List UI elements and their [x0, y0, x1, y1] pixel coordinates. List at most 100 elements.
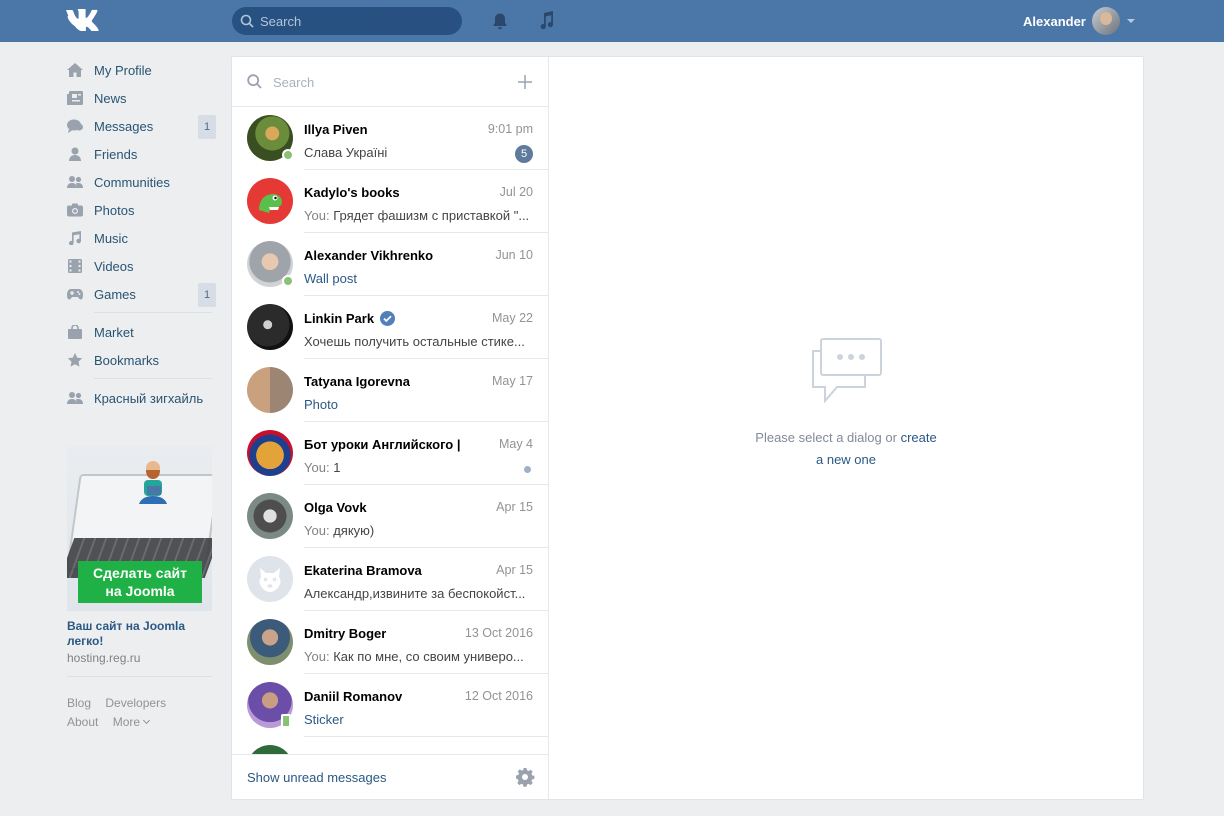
nav-label: Messages — [94, 119, 154, 134]
message-text: Хочешь получить остальные стике... — [304, 334, 525, 349]
you-prefix: You: — [304, 460, 330, 475]
top-search-placeholder: Search — [260, 14, 302, 29]
bell-icon[interactable] — [491, 12, 509, 30]
nav-item-games[interactable]: Games 1 — [67, 280, 216, 308]
dialog-search-bar[interactable]: Search — [232, 57, 548, 107]
create-link[interactable]: create — [901, 430, 937, 445]
ad-block[interactable]: Сделать сайт на Joomla Ваш сайт на Jooml… — [67, 446, 212, 677]
nav-item-friends[interactable]: Friends — [67, 140, 215, 168]
message-text: Как по мне, со своим универо... — [333, 649, 524, 664]
dialog-date: 13 Oct 2016 — [464, 626, 533, 640]
dialog-message: Слава Україні — [304, 145, 534, 160]
nav-label: Music — [94, 231, 128, 246]
dialog-item[interactable]: Kadylo's books Jul 20 You: Грядет фашизм… — [232, 170, 548, 233]
nav-label: Photos — [94, 203, 135, 218]
chevron-down-icon — [143, 716, 151, 725]
show-unread-link[interactable]: Show unread messages — [247, 770, 386, 785]
dialog-date: May 22 — [492, 311, 533, 325]
nav-item-photos[interactable]: Photos — [67, 196, 215, 224]
dialog-item[interactable]: Ekaterina Bramova Apr 15 Александр,извин… — [232, 548, 548, 611]
dialog-name: Dmitry Boger — [304, 626, 387, 641]
music-note-icon[interactable] — [537, 11, 555, 30]
user-avatar[interactable] — [1092, 7, 1120, 35]
communities-icon — [67, 176, 83, 188]
chevron-down-icon[interactable] — [1127, 19, 1135, 23]
unread-dot — [524, 466, 531, 473]
ad-title[interactable]: Ваш сайт на Joomla легко! — [67, 619, 212, 649]
unread-count-badge: 5 — [515, 145, 533, 163]
ad-banner-line1: Сделать сайт — [92, 565, 188, 581]
messages-count-badge: 1 — [198, 115, 216, 139]
dialog-item[interactable]: Daniil Romanov 12 Oct 2016 Sticker — [232, 674, 548, 737]
nav-label: Bookmarks — [94, 353, 160, 368]
create-link-line2[interactable]: a new one — [816, 452, 876, 467]
dialog-item[interactable]: Alexander Vikhrenko Jun 10 Wall post — [232, 233, 548, 296]
ad-banner-line2: на Joomla — [105, 583, 175, 599]
nav-item-messages[interactable]: Messages 1 — [67, 112, 216, 140]
dialog-item[interactable]: Linkin Park May 22 Хочешь получить остал… — [232, 296, 548, 359]
dialog-name-text: Linkin Park — [304, 311, 375, 326]
footer-link-about[interactable]: About — [67, 715, 98, 729]
dialog-date: May 17 — [492, 374, 533, 388]
top-search-input[interactable]: Search — [232, 7, 462, 35]
dialog-item[interactable]: Tatyana Igorevna May 17 Photo — [232, 359, 548, 422]
footer-link-developers[interactable]: Developers — [105, 696, 166, 710]
nav-item-communities[interactable]: Communities — [67, 168, 215, 196]
nav-item-my-profile[interactable]: My Profile — [67, 56, 215, 84]
dialog-message: You: дякую) — [304, 523, 534, 538]
user-name[interactable]: Alexander — [1023, 14, 1086, 29]
footer-link-blog[interactable]: Blog — [67, 696, 91, 710]
camera-icon — [67, 203, 83, 217]
message-text: Грядет фашизм с приставкой "... — [333, 208, 530, 223]
footer-link-more[interactable]: More — [113, 715, 151, 729]
ad-image[interactable]: Сделать сайт на Joomla — [67, 446, 212, 611]
empty-state-label: Please select a dialog or — [755, 430, 897, 445]
person-illustration — [139, 461, 167, 504]
dialog-message: Александр,извините за беспокойст... — [304, 586, 534, 601]
dialog-date: May 4 — [498, 437, 533, 451]
you-prefix: You: — [304, 523, 330, 538]
nav-item-group[interactable]: Красный зигхайль — [67, 384, 215, 412]
avatar — [247, 430, 293, 476]
nav-item-news[interactable]: News — [67, 84, 215, 112]
dialog-item[interactable]: Olga Vovk Apr 15 You: дякую) — [232, 485, 548, 548]
dialog-name: Illya Piven — [304, 122, 368, 137]
nav-label: News — [94, 91, 127, 106]
gear-icon[interactable] — [515, 767, 535, 787]
footer-links: Blog Developers About More — [67, 694, 217, 732]
deactivated-dog-icon — [259, 568, 281, 592]
mobile-online-indicator — [281, 714, 291, 728]
plus-icon[interactable] — [517, 74, 533, 90]
dialog-message: You: Грядет фашизм с приставкой "... — [304, 208, 534, 223]
side-nav: My Profile News Messages 1 Friends Commu… — [67, 56, 216, 412]
messages-panel: Search Illya Piven 9:01 pm Слава Україні… — [231, 56, 1144, 800]
avatar — [247, 556, 293, 602]
dialog-message: Sticker — [304, 712, 534, 727]
group-icon — [67, 392, 83, 404]
nav-item-bookmarks[interactable]: Bookmarks — [67, 346, 215, 374]
message-text: дякую) — [333, 523, 375, 538]
nav-item-market[interactable]: Market — [67, 318, 215, 346]
home-icon — [67, 63, 83, 77]
message-text: Александр,извините за беспокойст... — [304, 586, 526, 601]
ad-domain: hosting.reg.ru — [67, 651, 141, 665]
nav-label: Market — [94, 325, 134, 340]
vk-logo-icon[interactable] — [66, 9, 100, 31]
online-indicator — [282, 275, 294, 287]
nav-item-videos[interactable]: Videos — [67, 252, 215, 280]
nav-label: My Profile — [94, 63, 152, 78]
top-bar: Search Alexander — [0, 0, 1224, 42]
avatar — [247, 178, 293, 224]
dialog-date: Apr 15 — [496, 563, 533, 577]
dialog-name: Kadylo's books — [304, 185, 400, 200]
nav-label: Красный зигхайль — [94, 391, 204, 406]
games-count-badge: 1 — [198, 283, 216, 307]
you-prefix: You: — [304, 208, 330, 223]
music-icon — [69, 231, 81, 245]
dialog-item[interactable]: Бот уроки Английского | ... May 4 You: 1 — [232, 422, 548, 485]
nav-item-music[interactable]: Music — [67, 224, 215, 252]
messages-icon — [67, 119, 83, 133]
dialog-item[interactable]: Illya Piven 9:01 pm Слава Україні 5 — [232, 107, 548, 170]
nav-label: Games — [94, 287, 136, 302]
dialog-item[interactable]: Dmitry Boger 13 Oct 2016 You: Как по мне… — [232, 611, 548, 674]
